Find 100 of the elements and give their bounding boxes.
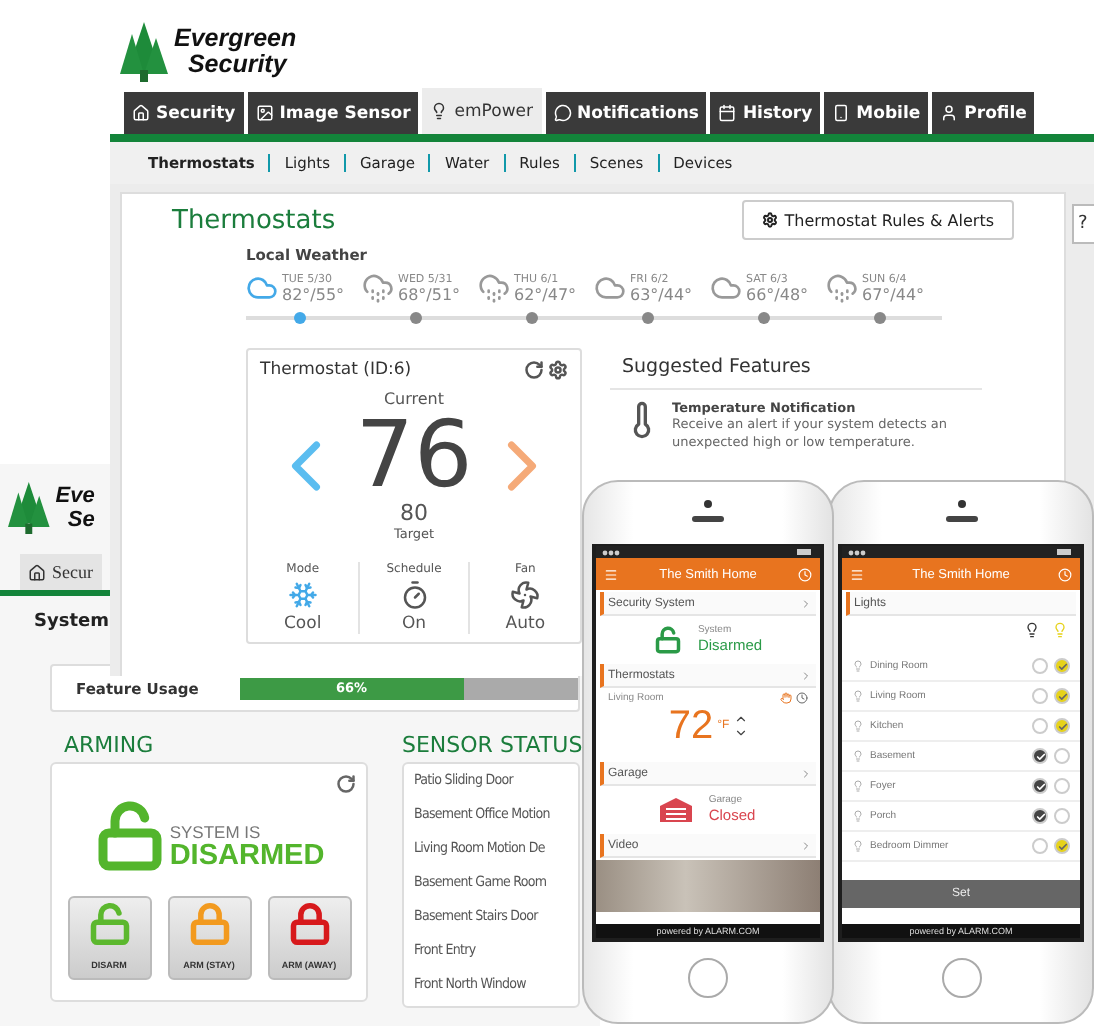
forecast-temps: 63°/44° <box>630 285 693 303</box>
padlock-icon <box>187 902 231 946</box>
on-toggle[interactable] <box>1054 718 1070 734</box>
clock-icon <box>796 692 808 704</box>
help-button[interactable]: ? <box>1072 204 1094 244</box>
chevron-up-icon[interactable] <box>733 712 748 726</box>
setting-value: Cool <box>283 614 322 634</box>
hand-icon <box>780 692 792 704</box>
off-toggle[interactable] <box>1032 808 1048 824</box>
pine-trees-logo-icon <box>120 21 168 81</box>
chevron-right-icon <box>800 597 812 609</box>
logo-text: Eve Se <box>55 484 95 532</box>
lightbulb-icon <box>852 690 864 702</box>
signal-icon <box>848 549 868 555</box>
on-toggle[interactable] <box>1054 778 1070 794</box>
setting-value: Auto <box>505 614 546 634</box>
forecast-temps: 62°/47° <box>514 285 577 303</box>
camera-lens <box>957 500 965 508</box>
check-icon <box>1035 781 1045 791</box>
speech-bubble-icon <box>553 104 571 122</box>
refresh-icon[interactable] <box>524 360 544 380</box>
current-label: Current <box>383 390 445 408</box>
logo-text: Evergreen Security <box>174 25 297 77</box>
timeline-dot[interactable] <box>874 312 886 324</box>
padlock-icon <box>287 902 331 946</box>
check-icon <box>1057 691 1067 701</box>
cloud-icon <box>710 272 742 304</box>
chevron-right-icon <box>800 839 812 851</box>
nav-tab[interactable]: Security <box>124 92 244 134</box>
nav-tab[interactable]: Profile <box>932 92 1035 134</box>
setting-value: On <box>401 614 427 634</box>
open-padlock-icon <box>653 625 682 653</box>
lightbulb-icon <box>1024 622 1040 638</box>
nav-tab[interactable]: Notifications <box>545 92 707 134</box>
garage-door-icon <box>660 797 693 821</box>
open-padlock-icon <box>87 902 131 946</box>
nav-tab[interactable]: Mobile <box>824 92 929 134</box>
rain-cloud-icon <box>826 272 858 304</box>
forecast-temps: 82°/55° <box>282 285 345 303</box>
room-temperature: 72 <box>668 704 714 748</box>
lightbulb-icon <box>852 840 864 852</box>
on-toggle[interactable] <box>1054 808 1070 824</box>
off-toggle[interactable] <box>1032 778 1048 794</box>
nav-tab[interactable]: Image Sensor <box>247 92 419 134</box>
settings-icon <box>762 212 779 228</box>
panel-title: Thermostats <box>172 205 336 235</box>
status-text: DISARMED <box>169 842 325 872</box>
timer-icon <box>399 580 429 610</box>
timeline-dot[interactable] <box>642 312 654 324</box>
clock-icon[interactable] <box>1058 567 1072 581</box>
calendar-icon <box>718 104 737 122</box>
snowflake-icon <box>287 580 318 610</box>
on-toggle[interactable] <box>1054 748 1070 764</box>
check-icon <box>1057 721 1067 731</box>
off-toggle[interactable] <box>1032 838 1048 854</box>
forecast-temps: 68°/51° <box>398 285 461 303</box>
off-toggle[interactable] <box>1032 688 1048 704</box>
timeline-dot[interactable] <box>758 312 770 324</box>
cloud-icon <box>246 272 278 304</box>
refresh-icon[interactable] <box>336 774 356 794</box>
rules-button[interactable]: Thermostat Rules & Alerts <box>742 200 1014 240</box>
suggested-title: Suggested Features <box>610 348 982 390</box>
status-caption: SYSTEM IS <box>169 822 263 842</box>
chevron-down-icon[interactable] <box>733 726 748 740</box>
open-padlock-icon <box>93 800 166 872</box>
menu-icon[interactable] <box>850 567 864 581</box>
off-toggle[interactable] <box>1032 718 1048 734</box>
target-temperature: 80 <box>399 500 428 526</box>
house-icon <box>28 563 46 581</box>
current-temperature: 76 <box>355 408 473 500</box>
menu-icon[interactable] <box>604 567 618 581</box>
lightbulb-icon <box>430 102 449 120</box>
lightbulb-icon <box>852 780 864 792</box>
lightbulb-icon <box>852 720 864 732</box>
off-toggle[interactable] <box>1032 748 1048 764</box>
lightbulb-icon <box>852 810 864 822</box>
check-icon <box>1057 661 1067 671</box>
forecast-temps: 67°/44° <box>862 285 925 303</box>
rain-cloud-icon <box>478 272 510 304</box>
house-icon <box>132 104 150 122</box>
rain-cloud-icon <box>362 272 394 304</box>
lightbulb-icon <box>1052 622 1068 638</box>
on-toggle[interactable] <box>1054 658 1070 674</box>
picture-icon <box>255 104 274 122</box>
on-toggle[interactable] <box>1054 838 1070 854</box>
nav-tab[interactable]: History <box>710 92 821 134</box>
nav-tab[interactable]: Secur <box>20 554 101 590</box>
timeline-dot[interactable] <box>526 312 538 324</box>
fan-icon <box>510 580 541 610</box>
timeline-dot[interactable] <box>410 312 422 324</box>
timeline-dot[interactable] <box>294 312 306 324</box>
settings-icon[interactable] <box>548 360 568 380</box>
pine-trees-logo-icon <box>8 482 50 534</box>
check-icon <box>1035 751 1045 761</box>
nav-tab[interactable]: emPower <box>422 88 541 134</box>
sensor-status-title: SENSOR STATUS <box>402 732 583 758</box>
on-toggle[interactable] <box>1054 688 1070 704</box>
check-icon <box>1057 841 1067 851</box>
off-toggle[interactable] <box>1032 658 1048 674</box>
clock-icon[interactable] <box>798 567 812 581</box>
